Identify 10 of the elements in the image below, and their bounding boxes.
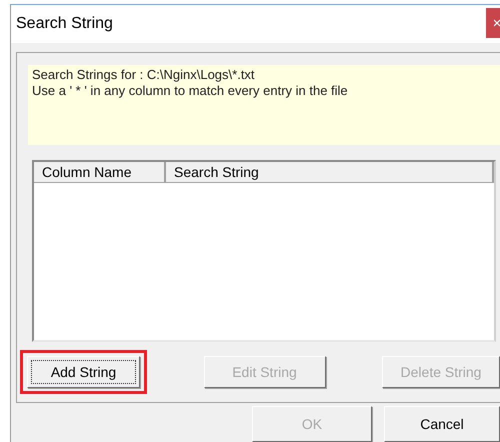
string-list[interactable]: Column Name Search String xyxy=(32,160,496,342)
column-header[interactable]: Column Name xyxy=(34,162,166,182)
close-button[interactable] xyxy=(486,8,500,38)
column-header[interactable]: Search String xyxy=(166,162,494,182)
add-button[interactable]: Add String xyxy=(27,356,140,388)
close-icon xyxy=(494,18,500,28)
note-text: Search Strings for : C:\Nginx\Logs\*.txt xyxy=(32,67,256,83)
note-text: Use a ' * ' in any column to match every entry in the file xyxy=(32,83,349,99)
cancel-button[interactable]: Cancel xyxy=(384,406,500,442)
window-title: Search String xyxy=(16,15,113,33)
